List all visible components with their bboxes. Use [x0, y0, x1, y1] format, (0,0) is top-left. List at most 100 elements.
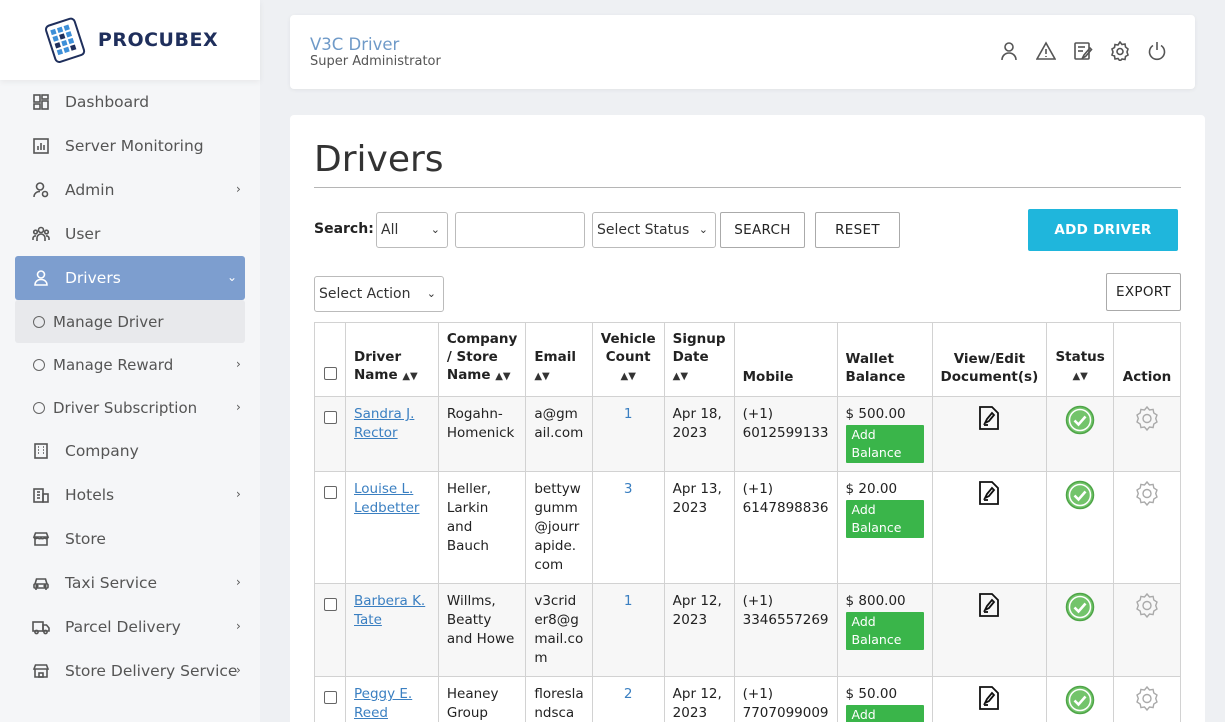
wallet-amount: $ 800.00	[845, 593, 906, 609]
sidebar-item-store[interactable]: Store	[0, 517, 260, 561]
document-edit-icon[interactable]	[977, 406, 1001, 435]
edit-icon[interactable]	[1073, 41, 1093, 65]
add-driver-button[interactable]: ADD DRIVER	[1028, 209, 1178, 251]
store-icon	[32, 530, 50, 548]
brand-logo[interactable]: PROCUBEX	[0, 0, 260, 80]
sidebar-item-taxi-service[interactable]: Taxi Service ›	[0, 561, 260, 605]
driver-name-link[interactable]: Sandra J. Rector	[354, 406, 414, 441]
driver-name-link[interactable]: Peggy E. Reed	[354, 686, 412, 721]
mobile-cell: (+1) 6012599133	[733, 396, 838, 472]
add-balance-button[interactable]: Add Balance	[845, 500, 924, 538]
sidebar-item-label: Taxi Service	[65, 574, 158, 592]
row-checkbox[interactable]	[324, 691, 337, 704]
settings-icon[interactable]	[1110, 40, 1130, 65]
chevron-down-icon: ⌄	[426, 287, 436, 300]
col-company[interactable]: Company / Store Name ▲▼	[437, 322, 527, 397]
driver-name-cell: Barbera K. Tate	[345, 583, 439, 677]
search-button[interactable]: SEARCH	[720, 212, 805, 248]
hotel-icon	[32, 486, 50, 504]
sidebar-item-user[interactable]: User	[0, 212, 260, 256]
sidebar-item-hotels[interactable]: Hotels ›	[0, 473, 260, 517]
document-edit-icon[interactable]	[977, 686, 1001, 715]
col-status[interactable]: Status ▲▼	[1046, 322, 1115, 397]
admin-icon	[32, 181, 50, 199]
document-edit-icon[interactable]	[977, 481, 1001, 510]
user-icon[interactable]	[999, 41, 1019, 65]
action-cell	[1113, 471, 1181, 584]
row-checkbox[interactable]	[324, 411, 337, 424]
status-active-icon[interactable]	[1065, 592, 1095, 626]
export-button[interactable]: EXPORT	[1106, 273, 1181, 311]
sidebar-item-label: Admin	[65, 181, 115, 199]
col-signup-date[interactable]: Signup Date ▲▼	[663, 322, 735, 397]
sidebar-subitem-driver-subscription[interactable]: Driver Subscription ›	[0, 386, 260, 429]
users-icon	[32, 225, 50, 243]
col-driver-name[interactable]: Driver Name ▲▼	[345, 322, 439, 397]
col-wallet-balance: Wallet Balance	[836, 322, 933, 397]
vehicle-count-link[interactable]: 1	[601, 592, 656, 611]
signup-date-cell: Apr 12, 2023	[663, 583, 735, 677]
add-balance-button[interactable]: Add Balance	[845, 705, 924, 722]
sidebar-subitem-manage-reward[interactable]: Manage Reward ›	[0, 343, 260, 386]
drivers-card: Drivers Search: All ⌄ Select Status ⌄ SE…	[290, 115, 1205, 722]
sidebar-subitem-manage-driver[interactable]: Manage Driver	[15, 300, 245, 343]
sidebar-item-dashboard[interactable]: Dashboard	[0, 80, 260, 124]
sidebar-item-company[interactable]: Company	[0, 429, 260, 473]
select-all-checkbox[interactable]	[324, 367, 337, 380]
sort-icon: ▲▼	[495, 371, 511, 382]
document-edit-icon[interactable]	[977, 593, 1001, 622]
row-checkbox[interactable]	[324, 486, 337, 499]
user-role: Super Administrator	[310, 54, 441, 69]
status-select[interactable]: Select Status ⌄	[592, 212, 716, 248]
status-active-icon[interactable]	[1065, 405, 1095, 439]
documents-cell	[931, 396, 1048, 472]
sidebar-item-store-delivery-service[interactable]: Store Delivery Service ›	[0, 649, 260, 693]
status-active-icon[interactable]	[1065, 480, 1095, 514]
power-icon[interactable]	[1147, 41, 1167, 65]
row-checkbox[interactable]	[324, 598, 337, 611]
sidebar-item-label: Company	[65, 442, 139, 460]
vehicle-count-link[interactable]: 3	[601, 480, 656, 499]
vehicle-count-cell: 3	[591, 471, 665, 584]
vehicle-count-link[interactable]: 1	[601, 405, 656, 424]
sidebar-item-server-monitoring[interactable]: Server Monitoring	[0, 124, 260, 168]
vehicle-count-link[interactable]: 2	[601, 685, 656, 704]
sidebar-subitem-label: Manage Reward	[53, 355, 174, 374]
col-email[interactable]: Email ▲▼	[525, 322, 593, 397]
header-icons	[999, 40, 1167, 65]
warning-icon[interactable]	[1035, 41, 1057, 65]
search-input[interactable]	[455, 212, 585, 248]
sidebar-item-label: Server Monitoring	[65, 137, 204, 155]
company-cell: Rogahn- Homenick	[437, 396, 527, 472]
reset-button[interactable]: RESET	[815, 212, 900, 248]
email-cell: a@gm ail.com	[525, 396, 593, 472]
action-cell	[1113, 396, 1181, 472]
bulk-action-select[interactable]: Select Action ⌄	[314, 276, 444, 312]
add-balance-button[interactable]: Add Balance	[845, 612, 924, 650]
store-delivery-icon	[32, 662, 50, 680]
company-cell: Heaney Group	[437, 676, 527, 722]
sidebar-item-admin[interactable]: Admin ›	[0, 168, 260, 212]
company-icon	[32, 442, 50, 460]
col-action: Action	[1113, 322, 1181, 397]
gear-icon[interactable]	[1134, 405, 1160, 435]
driver-name-cell: Peggy E. Reed	[345, 676, 439, 722]
circle-icon	[33, 315, 45, 328]
sidebar-item-parcel-delivery[interactable]: Parcel Delivery ›	[0, 605, 260, 649]
sidebar-item-drivers[interactable]: Drivers ⌄	[15, 256, 245, 300]
row-select-cell	[314, 676, 346, 722]
add-balance-button[interactable]: Add Balance	[845, 425, 924, 463]
gear-icon[interactable]	[1134, 480, 1160, 510]
chart-icon	[32, 137, 50, 155]
driver-name-link[interactable]: Louise L. Ledbetter	[354, 481, 419, 516]
gear-icon[interactable]	[1134, 685, 1160, 715]
driver-name-link[interactable]: Barbera K. Tate	[354, 593, 425, 628]
status-active-icon[interactable]	[1065, 685, 1095, 719]
search-field-select[interactable]: All ⌄	[376, 212, 448, 248]
status-cell	[1046, 583, 1115, 677]
sidebar-item-label: Store Delivery Service	[65, 662, 238, 680]
select-all-header	[314, 322, 346, 397]
col-vehicle-count[interactable]: Vehicle Count ▲▼	[591, 322, 665, 397]
gear-icon[interactable]	[1134, 592, 1160, 622]
row-select-cell	[314, 583, 346, 677]
